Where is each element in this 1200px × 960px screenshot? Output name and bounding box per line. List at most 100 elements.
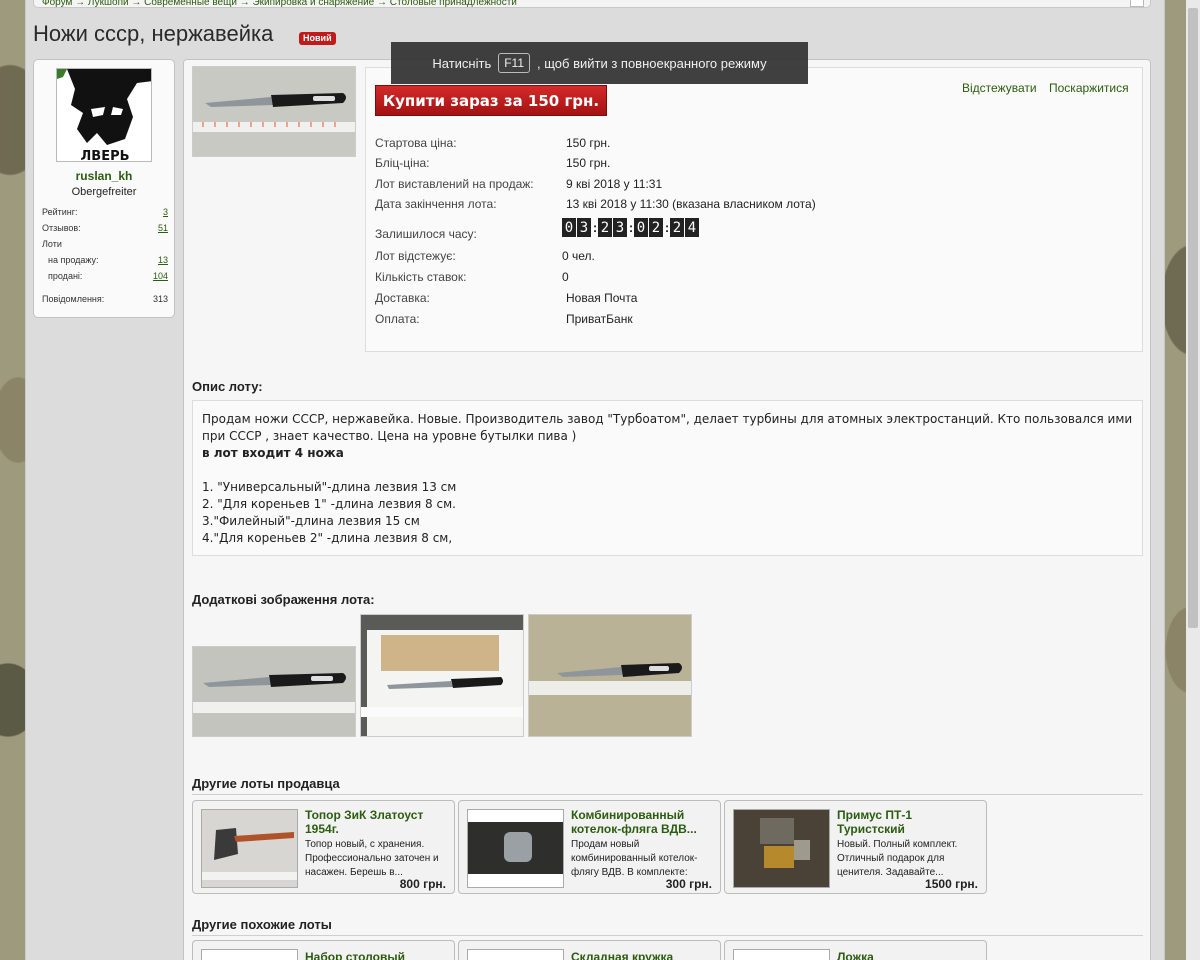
countdown-digit: 2: [649, 218, 663, 237]
seller-card: ЛВЕРЬ ruslan_kh Obergefreiter Рейтинг: 3 …: [33, 59, 175, 318]
watch-link[interactable]: Відстежувати: [962, 81, 1037, 95]
description-item: 4."Для кореньев 2" -длина лезвия 8 см,: [202, 531, 453, 545]
lot-card[interactable]: Комбинированный котелок-фляга ВДВ... Про…: [458, 800, 721, 894]
field-label: Стартова ціна:: [375, 136, 457, 150]
lot-card-price: 300 грн.: [665, 877, 712, 891]
bids-count: 0: [562, 270, 569, 284]
breadcrumb-text[interactable]: Форум → Лукшопи → Современные вещи → Эки…: [34, 0, 517, 7]
similar-lot-image[interactable]: [201, 949, 298, 960]
field-label: Доставка:: [375, 291, 430, 305]
avatar-image: ЛВЕРЬ: [57, 69, 151, 161]
description-box: Продам ножи СССР, нержавейка. Новые. Про…: [192, 400, 1143, 556]
similar-lot-image[interactable]: [467, 949, 564, 960]
axe-image: [202, 810, 297, 887]
field-label: Дата закінчення лота:: [375, 197, 497, 211]
countdown-digit: 2: [598, 218, 612, 237]
field-label: Кількість ставок:: [375, 270, 467, 284]
lot-main-photo[interactable]: [192, 66, 356, 157]
gallery-image-3[interactable]: [528, 614, 692, 737]
fullscreen-tip: Натисніть F11 , щоб вийти з повноекранно…: [391, 42, 808, 84]
description-heading: Опис лоту:: [192, 379, 263, 394]
f11-key: F11: [498, 53, 531, 73]
field-label: Залишилося часу:: [375, 227, 477, 241]
gallery-image-2[interactable]: [360, 614, 524, 737]
similar-lot-title[interactable]: Набор столовый: [305, 950, 451, 960]
reviews-link[interactable]: 51: [158, 223, 168, 233]
similar-lot-title[interactable]: Складная кружка: [571, 950, 717, 960]
lot-card-title[interactable]: Примус ПТ-1 Туристский: [837, 808, 983, 836]
gallery-image-1[interactable]: [192, 646, 356, 737]
countdown-digit: 0: [562, 218, 576, 237]
top-button[interactable]: [1130, 0, 1144, 7]
page-title: Ножи ссср, нержавейка: [33, 21, 274, 46]
field-label: Лот виставлений на продаж:: [375, 177, 534, 191]
gallery-heading: Додаткові зображення лота:: [192, 592, 375, 607]
field-label: Оплата:: [375, 312, 420, 326]
similar-lot-card[interactable]: Складная кружка: [458, 940, 721, 960]
field-label: Бліц-ціна:: [375, 156, 430, 170]
lot-card-desc: Топор новый, с хранения. Профессионально…: [305, 839, 439, 878]
lot-card-image[interactable]: [467, 809, 564, 888]
buy-now-button[interactable]: Купити зараз за 150 грн.: [375, 85, 607, 116]
countdown-digit: 3: [613, 218, 627, 237]
delivery-value: Новая Почта: [566, 291, 638, 305]
stat-messages: Повідомлення: 313: [42, 294, 168, 304]
avatar[interactable]: ЛВЕРЬ: [56, 68, 152, 162]
rating-link[interactable]: 3: [163, 207, 168, 217]
description-item: 2. "Для кореньев 1" -длина лезвия 8 см.: [202, 497, 456, 511]
similar-lots-heading: Другие похожие лоты: [192, 917, 332, 932]
similar-lot-card[interactable]: Ложка: [724, 940, 987, 960]
gallery-image-2-graphic: [361, 615, 523, 736]
seller-rank: Obergefreiter: [71, 186, 137, 198]
description-item: 1. "Универсальный"-длина лезвия 13 см: [202, 480, 457, 494]
lot-card-title[interactable]: Комбинированный котелок-фляга ВДВ...: [571, 808, 717, 836]
stat-lots: Лоти: [42, 239, 62, 249]
end-date: 13 кві 2018 у 11:30 (вказана власником л…: [566, 197, 816, 211]
divider: [192, 935, 1143, 936]
start-price: 150 грн.: [566, 136, 611, 150]
stat-on-sale: на продажу: 13: [48, 255, 168, 265]
lot-card-price: 1500 грн.: [925, 877, 978, 891]
fullscreen-tip-text: Натисніть: [432, 55, 492, 71]
watchers-count: 0 чел.: [562, 249, 595, 263]
sold-link[interactable]: 104: [153, 271, 168, 281]
similar-lot-image[interactable]: [733, 949, 830, 960]
lot-card-image[interactable]: [733, 809, 830, 888]
primus-image: [734, 810, 829, 887]
breadcrumb[interactable]: Форум → Лукшопи → Современные вещи → Эки…: [33, 0, 1151, 8]
gallery-image-1-graphic: [193, 647, 355, 736]
new-badge: Новий: [299, 32, 336, 45]
lot-card[interactable]: Топор ЗиК Златоуст 1954г. Топор новый, с…: [192, 800, 455, 894]
similar-lot-card[interactable]: Набор столовый: [192, 940, 455, 960]
countdown-timer: 03: 23: 02: 24: [562, 218, 700, 237]
lot-card-desc: Новый. Полный комплект. Отличный подарок…: [837, 839, 958, 878]
stat-sold: продані: 104: [48, 271, 168, 281]
countdown-digit: 2: [670, 218, 684, 237]
other-lots-heading: Другие лоты продавца: [192, 776, 340, 791]
field-label: Лот відстежує:: [375, 249, 456, 263]
on-sale-link[interactable]: 13: [158, 255, 168, 265]
description-item: 3."Филейный"-длина лезвия 15 см: [202, 514, 420, 528]
scrollbar[interactable]: [1186, 0, 1200, 960]
stat-rating: Рейтинг: 3: [42, 207, 168, 217]
report-link[interactable]: Поскаржитися: [1049, 81, 1129, 95]
listed-date: 9 кві 2018 у 11:31: [566, 177, 663, 191]
lot-card[interactable]: Примус ПТ-1 Туристский Новый. Полный ком…: [724, 800, 987, 894]
lot-card-image[interactable]: [201, 809, 298, 888]
countdown-digit: 3: [577, 218, 591, 237]
canteen-image: [468, 810, 563, 887]
description-text: Продам ножи СССР, нержавейка. Новые. Про…: [202, 412, 1133, 443]
divider: [192, 794, 1143, 795]
countdown-digit: 4: [685, 218, 699, 237]
similar-lot-title[interactable]: Ложка: [837, 950, 983, 960]
scrollbar-thumb[interactable]: [1188, 8, 1198, 628]
lot-card-title[interactable]: Топор ЗиК Златоуст 1954г.: [305, 808, 451, 836]
lot-card-desc: Продам новый комбинированный котелок-фля…: [571, 839, 698, 878]
stat-reviews: Отзывов: 51: [42, 223, 168, 233]
seller-name[interactable]: ruslan_kh: [34, 169, 174, 183]
lot-card-price: 800 грн.: [399, 877, 446, 891]
knife-photo-image: [193, 67, 355, 156]
description-bold-line: в лот входит 4 ножа: [202, 446, 344, 460]
payment-value: ПриватБанк: [566, 312, 633, 326]
fullscreen-tip-text-2: , щоб вийти з повноекранного режиму: [537, 55, 767, 71]
